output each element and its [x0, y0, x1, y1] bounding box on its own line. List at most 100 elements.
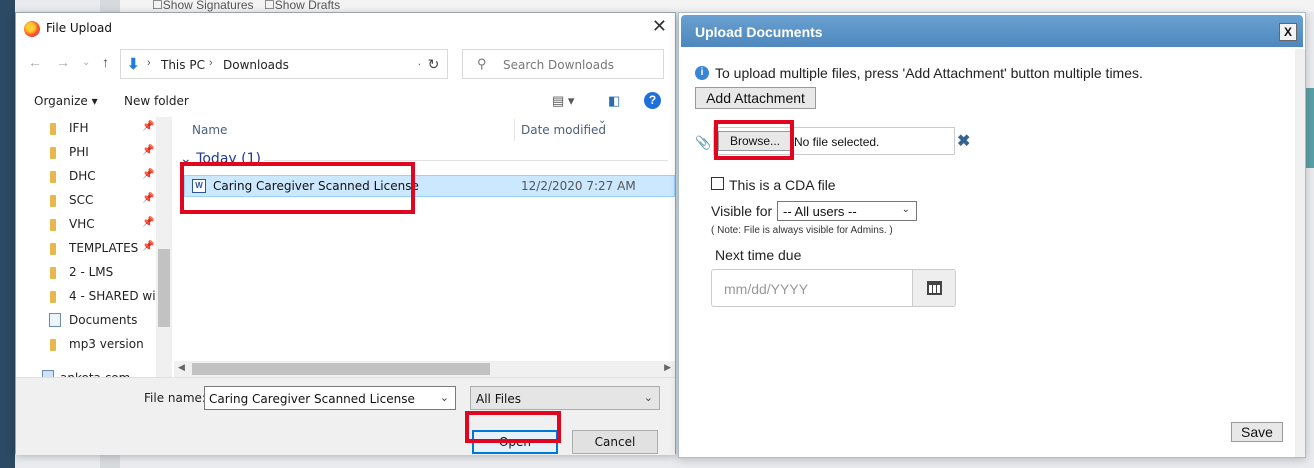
sidebar-item-vhc[interactable]: VHC 📌 — [16, 213, 156, 237]
file-row[interactable]: W Caring Caregiver Scanned License 12/2/… — [184, 175, 675, 197]
show-signatures-checkbox[interactable]: ☐Show Signatures — [152, 0, 254, 12]
sidebar-item-ifh[interactable]: IFH 📌 — [16, 117, 156, 141]
show-drafts-checkbox[interactable]: ☐Show Drafts — [264, 0, 340, 12]
sidebar-item-label: IFH — [69, 121, 89, 135]
help-icon[interactable]: ? — [644, 92, 661, 109]
column-divider[interactable] — [514, 119, 515, 141]
sidebar-item-label: mp3 version — [69, 337, 144, 351]
navigation-bar: ← → ⌄ ↑ ⬇ › This PC › Downloads ⌄ ↻ ⚲ Se… — [16, 47, 675, 81]
sidebar-item-label: VHC — [69, 217, 95, 231]
visible-for-label: Visible for — [711, 203, 773, 219]
pin-icon: 📌 — [142, 169, 155, 180]
file-name: Caring Caregiver Scanned License — [213, 179, 419, 193]
downloads-icon: ⬇ — [127, 56, 140, 73]
save-button[interactable]: Save — [1231, 422, 1283, 442]
sidebar-item-label: PHI — [69, 145, 89, 159]
open-button[interactable]: Open — [472, 430, 558, 454]
up-arrow-icon[interactable]: ↑ — [102, 54, 109, 70]
folder-icon — [50, 147, 56, 159]
upload-dialog-scrollbar[interactable] — [1295, 49, 1305, 457]
dialog-title: File Upload — [46, 21, 112, 35]
chevron-right-icon[interactable]: › — [209, 57, 213, 69]
upload-instructions: To upload multiple files, press 'Add Att… — [715, 65, 1143, 81]
file-type-select[interactable]: All Files ⌄ — [470, 386, 660, 410]
back-arrow-icon[interactable]: ← — [28, 54, 42, 70]
folder-icon — [50, 171, 56, 183]
forward-arrow-icon[interactable]: → — [56, 54, 70, 70]
organize-menu[interactable]: Organize ▾ — [34, 94, 98, 108]
chevron-down-icon: ⌄ — [901, 204, 910, 215]
add-attachment-button[interactable]: Add Attachment — [695, 87, 816, 109]
file-name-input[interactable]: Caring Caregiver Scanned License ⌄ — [204, 386, 456, 410]
sidebar-item-documents[interactable]: Documents — [16, 309, 156, 333]
sidebar-item-4-shared[interactable]: 4 - SHARED with — [16, 285, 168, 309]
browse-button[interactable]: Browse... — [718, 131, 792, 151]
remove-attachment-icon[interactable]: ✖ — [957, 131, 970, 151]
file-date: 12/2/2020 7:27 AM — [521, 179, 636, 193]
background-toolbar: ☐Show Signatures ☐Show Drafts — [120, 0, 1314, 12]
dialog-toolbar: Organize ▾ New folder ▤ ▾ ◧ ? — [16, 83, 675, 117]
search-input[interactable]: ⚲ Search Downloads — [462, 49, 664, 79]
scrollbar-thumb[interactable] — [158, 249, 170, 327]
folder-icon — [50, 219, 56, 231]
preview-pane-icon[interactable]: ◧ — [608, 93, 620, 109]
sidebar-item-dhc[interactable]: DHC 📌 — [16, 165, 156, 189]
recent-locations-chevron-icon[interactable]: ⌄ — [82, 57, 90, 68]
view-options-icon[interactable]: ▤ ▾ — [552, 93, 574, 109]
next-due-date-input[interactable]: mm/dd/YYYY — [711, 269, 913, 307]
sidebar-item-templates[interactable]: TEMPLATES 📌 — [16, 237, 156, 261]
sidebar-item-phi[interactable]: PHI 📌 — [16, 141, 156, 165]
navigation-pane: IFH 📌 PHI 📌 DHC 📌 SCC 📌 VHC 📌 TEMPLATES 📌 2 - … — [16, 117, 172, 389]
upload-documents-dialog: Upload Documents X i To upload multiple … — [678, 12, 1306, 458]
sidebar-item-mp3-version[interactable]: mp3 version — [16, 333, 156, 357]
sidebar-item-label: DHC — [69, 169, 96, 183]
cda-checkbox[interactable] — [711, 177, 724, 190]
next-time-due-label: Next time due — [715, 247, 802, 263]
file-name-value: Caring Caregiver Scanned License — [209, 392, 415, 406]
pin-icon: 📌 — [142, 217, 155, 228]
address-bar[interactable]: ⬇ › This PC › Downloads ⌄ — [120, 49, 434, 79]
visible-for-select[interactable]: -- All users -- ⌄ — [777, 201, 917, 221]
scroll-left-icon[interactable]: ◀ — [178, 362, 185, 373]
admin-visibility-note: ( Note: File is always visible for Admin… — [711, 225, 893, 236]
file-name-label: File name: — [144, 391, 206, 405]
scrollbar-thumb[interactable] — [192, 363, 490, 375]
folder-icon — [50, 339, 56, 351]
breadcrumb-downloads[interactable]: Downloads — [223, 58, 289, 72]
sidebar-item-label: SCC — [69, 193, 94, 207]
folder-icon — [50, 123, 56, 135]
group-divider — [264, 160, 668, 161]
sidebar-scrollbar[interactable] — [156, 117, 172, 389]
refresh-icon[interactable]: ↻ — [420, 49, 448, 79]
scroll-right-icon[interactable]: ▶ — [664, 362, 671, 373]
paperclip-icon: 📎 — [695, 135, 712, 150]
close-button[interactable]: X — [1279, 23, 1297, 41]
column-header-name[interactable]: Name — [192, 123, 227, 137]
calendar-button[interactable] — [912, 269, 956, 307]
column-header-date[interactable]: Date modified — [521, 123, 606, 137]
calendar-icon — [927, 281, 942, 295]
background-sidebar — [0, 0, 15, 468]
sidebar-item-label: Documents — [69, 313, 138, 327]
close-icon[interactable]: ✕ — [652, 16, 667, 37]
file-type-value: All Files — [476, 392, 522, 406]
search-icon: ⚲ — [477, 56, 487, 71]
visible-for-value: -- All users -- — [783, 204, 857, 219]
group-header-label: Today (1) — [196, 151, 261, 167]
sidebar-item-2-lms[interactable]: 2 - LMS — [16, 261, 156, 285]
chevron-right-icon[interactable]: › — [147, 57, 151, 69]
pin-icon: 📌 — [142, 241, 155, 252]
sidebar-item-label: TEMPLATES — [69, 241, 139, 255]
folder-icon — [50, 267, 56, 279]
sidebar-item-label: 2 - LMS — [69, 265, 114, 279]
chevron-down-icon[interactable]: ⌄ — [440, 391, 449, 404]
file-list-scrollbar[interactable]: ◀ ▶ — [174, 361, 675, 377]
breadcrumb-this-pc[interactable]: This PC — [161, 58, 205, 72]
cda-checkbox-label: This is a CDA file — [729, 177, 836, 193]
new-folder-button[interactable]: New folder — [124, 94, 189, 108]
firefox-icon — [24, 21, 40, 37]
documents-icon — [49, 313, 61, 327]
sidebar-item-scc[interactable]: SCC 📌 — [16, 189, 156, 213]
group-header-today[interactable]: ⌄ Today (1) — [180, 151, 261, 167]
cancel-button[interactable]: Cancel — [572, 430, 658, 454]
